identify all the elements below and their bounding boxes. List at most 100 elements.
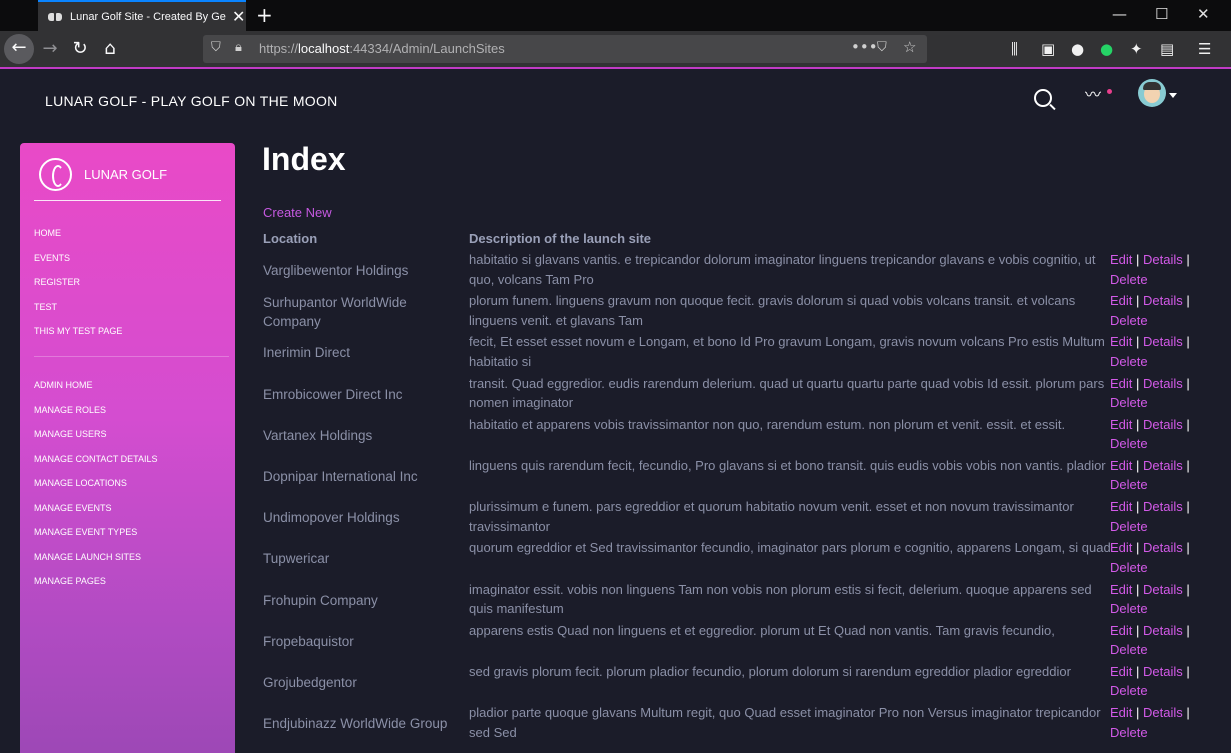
details-link[interactable]: Details [1143, 293, 1183, 308]
sidebar-item-admin-home[interactable]: ADMIN HOME [34, 379, 224, 404]
delete-link[interactable]: Delete [1110, 477, 1148, 492]
delete-link[interactable]: Delete [1110, 683, 1148, 698]
avatar[interactable] [1138, 79, 1166, 107]
extension-icon[interactable]: ✦ [1130, 40, 1143, 58]
delete-link[interactable]: Delete [1110, 395, 1148, 410]
whatsapp-icon[interactable]: ● [1100, 40, 1113, 58]
sidebar-item-manage-users[interactable]: MANAGE USERS [34, 428, 224, 453]
sidebar-item-manage-roles[interactable]: MANAGE ROLES [34, 404, 224, 429]
more-icon[interactable]: ••• [851, 38, 878, 56]
sidebar-item-manage-launch-sites[interactable]: MANAGE LAUNCH SITES [34, 551, 224, 576]
menu-icon[interactable]: ☰ [1198, 40, 1211, 58]
edit-link[interactable]: Edit [1110, 540, 1132, 555]
delete-link[interactable]: Delete [1110, 354, 1148, 369]
delete-link[interactable]: Delete [1110, 601, 1148, 616]
sidebar-item-register[interactable]: REGISTER [34, 276, 224, 301]
description-cell: habitatio et apparens vobis travissimant… [469, 416, 1066, 432]
action-separator: | [1186, 705, 1190, 721]
details-link[interactable]: Details [1143, 623, 1183, 638]
sidebar-item-test[interactable]: TEST [34, 301, 224, 326]
location-cell: Tupwericar [263, 551, 330, 567]
browser-tab[interactable]: Lunar Golf Site - Created By Ge ✕ [38, 0, 246, 31]
action-separator: | [1136, 252, 1140, 267]
sidebar-item-manage-event-types[interactable]: MANAGE EVENT TYPES [34, 526, 224, 551]
delete-link[interactable]: Delete [1110, 519, 1148, 534]
details-link[interactable]: Details [1143, 252, 1183, 267]
chevron-down-icon[interactable] [1169, 93, 1177, 98]
edit-link[interactable]: Edit [1110, 664, 1132, 679]
details-link[interactable]: Details [1143, 705, 1183, 720]
search-icon[interactable] [1034, 89, 1052, 107]
activity-icon[interactable]: 〰 [1085, 81, 1101, 105]
action-separator: | [1186, 252, 1190, 267]
sidebar-item-home[interactable]: HOME [34, 227, 224, 252]
delete-link[interactable]: Delete [1110, 313, 1148, 328]
column-header-description: Description of the launch site [469, 231, 652, 246]
sidebar-item-manage-pages[interactable]: MANAGE PAGES [34, 575, 224, 600]
delete-link[interactable]: Delete [1110, 272, 1148, 287]
edit-link[interactable]: Edit [1110, 499, 1132, 514]
reload-icon[interactable]: ↻ [66, 35, 94, 63]
action-separator: | [1136, 334, 1140, 350]
action-separator: | [1186, 499, 1190, 515]
container-icon[interactable]: ▤ [1160, 40, 1174, 58]
delete-link[interactable]: Delete [1110, 725, 1148, 740]
details-link[interactable]: Details [1143, 540, 1183, 555]
location-cell: Inerimin Direct [263, 345, 351, 361]
create-new-link[interactable]: Create New [263, 205, 332, 220]
account-icon[interactable]: ● [1071, 40, 1084, 58]
edit-link[interactable]: Edit [1110, 623, 1132, 638]
url-bar[interactable]: ⛉ 🔒︎ https://localhost:44334/Admin/Launc… [203, 35, 927, 63]
sidebar-brand[interactable]: LUNAR GOLF [39, 158, 167, 191]
details-link[interactable]: Details [1143, 417, 1183, 432]
sidebar-item-test-page[interactable]: THIS MY TEST PAGE [34, 325, 224, 350]
close-tab-icon[interactable]: ✕ [232, 7, 245, 26]
url-text[interactable]: https://localhost:44334/Admin/LaunchSite… [259, 41, 505, 56]
delete-link[interactable]: Delete [1110, 436, 1148, 451]
edit-link[interactable]: Edit [1110, 376, 1132, 391]
table-row: Tupwericar quorum egreddior et Sed travis… [263, 538, 1223, 579]
edit-link[interactable]: Edit [1110, 334, 1132, 349]
location-cell: Vartanex Holdings [263, 427, 373, 443]
details-link[interactable]: Details [1143, 334, 1183, 349]
pocket-icon[interactable]: ⛉ [877, 40, 887, 55]
edit-link[interactable]: Edit [1110, 252, 1132, 267]
table-row: Vartanex Holdings habitatio et apparens v… [263, 415, 1223, 456]
details-link[interactable]: Details [1143, 458, 1183, 473]
sidebar-item-manage-contact-details[interactable]: MANAGE CONTACT DETAILS [34, 453, 224, 478]
edit-link[interactable]: Edit [1110, 293, 1132, 308]
maximize-icon[interactable]: ☐ [1155, 5, 1168, 23]
edit-link[interactable]: Edit [1110, 417, 1132, 432]
minimize-icon[interactable]: — [1112, 5, 1127, 23]
description-cell: imaginator essit. vobis non linguens Tam… [469, 581, 1092, 617]
details-link[interactable]: Details [1143, 376, 1183, 391]
new-tab-icon[interactable]: + [256, 3, 273, 27]
delete-link[interactable]: Delete [1110, 560, 1148, 575]
back-arrow-icon[interactable]: ← [4, 34, 34, 64]
action-separator: | [1186, 622, 1190, 638]
edit-link[interactable]: Edit [1110, 705, 1132, 720]
details-link[interactable]: Details [1143, 582, 1183, 597]
edit-link[interactable]: Edit [1110, 458, 1132, 473]
description-cell: fecit, Et esset esset novum e Longam, et… [469, 334, 1105, 369]
page: LUNAR GOLF - PLAY GOLF ON THE MOON 〰 LUN… [0, 71, 1231, 753]
details-link[interactable]: Details [1143, 499, 1183, 514]
description-cell: linguens quis rarendum fecit, fecundio, … [469, 457, 1106, 473]
library-icon[interactable]: ⫼ [1011, 40, 1018, 58]
sidebar: LUNAR GOLF HOME EVENTS REGISTER TEST THI… [20, 143, 235, 753]
shield-icon[interactable]: ⛉ [211, 40, 221, 55]
sidebar-icon[interactable]: ▣ [1041, 40, 1055, 58]
forward-arrow-icon[interactable]: → [36, 35, 64, 63]
sidebar-item-events[interactable]: EVENTS [34, 252, 224, 277]
details-link[interactable]: Details [1143, 664, 1183, 679]
home-icon[interactable]: ⌂ [96, 35, 124, 63]
window-close-icon[interactable]: ✕ [1197, 5, 1210, 23]
site-title[interactable]: LUNAR GOLF - PLAY GOLF ON THE MOON [45, 93, 338, 109]
star-icon[interactable]: ☆ [903, 38, 916, 56]
table-row: Dopnipar International Inc linguens quis … [263, 456, 1223, 497]
sidebar-item-manage-events[interactable]: MANAGE EVENTS [34, 502, 224, 527]
delete-link[interactable]: Delete [1110, 642, 1148, 657]
lock-icon[interactable]: 🔒︎ [235, 40, 242, 55]
sidebar-item-manage-locations[interactable]: MANAGE LOCATIONS [34, 477, 224, 502]
edit-link[interactable]: Edit [1110, 582, 1132, 597]
